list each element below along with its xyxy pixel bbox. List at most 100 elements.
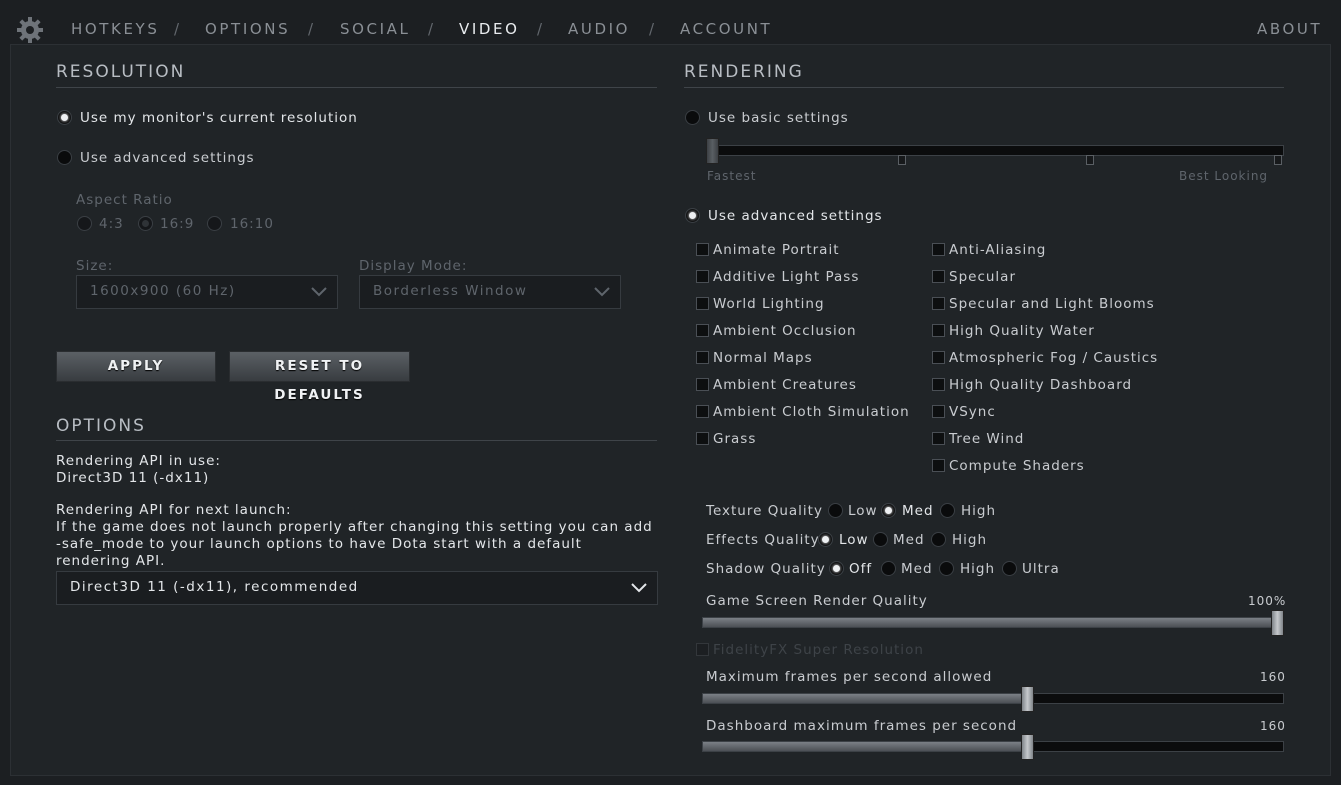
slider-tick: [1274, 155, 1282, 165]
setting-checkbox-label: World Lighting: [713, 296, 825, 312]
setting-checkbox[interactable]: [696, 351, 709, 364]
tab-social[interactable]: SOCIAL: [340, 20, 410, 38]
use-advanced-rendering-label: Use advanced settings: [708, 208, 883, 224]
chevron-down-icon: [311, 287, 327, 297]
texture-med-label: Med: [902, 503, 934, 519]
use-monitor-resolution-radio[interactable]: [57, 110, 72, 125]
best-looking-label: Best Looking: [1179, 169, 1269, 183]
setting-checkbox[interactable]: [696, 378, 709, 391]
effects-low-radio[interactable]: [818, 532, 833, 547]
gear-icon[interactable]: [16, 16, 44, 44]
tab-account[interactable]: ACCOUNT: [680, 20, 772, 38]
max-fps-slider[interactable]: [702, 693, 1284, 704]
setting-checkbox[interactable]: [932, 243, 945, 256]
shadow-high-label: High: [960, 561, 996, 577]
texture-high-radio[interactable]: [940, 503, 955, 518]
slider-tick: [1086, 155, 1094, 165]
effects-high-radio[interactable]: [931, 532, 946, 547]
setting-checkbox-label: Anti-Aliasing: [949, 242, 1047, 258]
fastest-label: Fastest: [707, 169, 757, 183]
shadow-off-radio[interactable]: [829, 561, 844, 576]
tab-audio[interactable]: AUDIO: [568, 20, 630, 38]
dashboard-fps-slider[interactable]: [702, 741, 1284, 752]
render-quality-handle[interactable]: [1271, 610, 1284, 636]
setting-checkbox[interactable]: [696, 405, 709, 418]
setting-checkbox-label: Specular and Light Blooms: [949, 296, 1155, 312]
slider-fill: [703, 618, 1283, 627]
basic-quality-slider[interactable]: [706, 145, 1284, 156]
setting-checkbox[interactable]: [696, 243, 709, 256]
setting-checkbox[interactable]: [932, 351, 945, 364]
texture-quality-label: Texture Quality: [706, 503, 823, 519]
texture-low-radio[interactable]: [828, 503, 843, 518]
setting-checkbox[interactable]: [932, 405, 945, 418]
tab-options[interactable]: OPTIONS: [205, 20, 290, 38]
use-advanced-resolution-label: Use advanced settings: [80, 150, 255, 166]
dashboard-fps-label: Dashboard maximum frames per second: [706, 718, 1018, 734]
setting-checkbox[interactable]: [696, 432, 709, 445]
about-link[interactable]: ABOUT: [1257, 20, 1322, 38]
setting-checkbox[interactable]: [696, 297, 709, 310]
max-fps-label: Maximum frames per second allowed: [706, 669, 993, 685]
tab-video[interactable]: VIDEO: [459, 20, 520, 38]
effects-low-label: Low: [839, 532, 869, 548]
use-advanced-rendering-radio[interactable]: [685, 208, 700, 223]
tab-separator: /: [428, 20, 434, 38]
shadow-med-radio[interactable]: [881, 561, 896, 576]
setting-checkbox[interactable]: [932, 324, 945, 337]
setting-checkbox-label: VSync: [949, 404, 996, 420]
setting-checkbox-label: Ambient Cloth Simulation: [713, 404, 910, 420]
rendering-api-dropdown[interactable]: Direct3D 11 (-dx11), recommended: [56, 571, 658, 605]
max-fps-handle[interactable]: [1020, 686, 1034, 712]
tab-separator: /: [537, 20, 543, 38]
shadow-ultra-label: Ultra: [1022, 561, 1060, 577]
tab-separator: /: [174, 20, 180, 38]
shadow-high-radio[interactable]: [939, 561, 954, 576]
chevron-down-icon: [594, 287, 610, 297]
setting-checkbox-label: Ambient Occlusion: [713, 323, 857, 339]
fsr-label: FidelityFX Super Resolution: [713, 642, 924, 658]
apply-button[interactable]: APPLY: [56, 351, 216, 382]
setting-checkbox[interactable]: [932, 432, 945, 445]
setting-checkbox[interactable]: [932, 459, 945, 472]
render-quality-slider[interactable]: [702, 617, 1284, 628]
divider: [56, 440, 657, 441]
use-basic-settings-radio[interactable]: [685, 110, 700, 125]
size-label: Size:: [76, 258, 114, 274]
setting-checkbox-label: Compute Shaders: [949, 458, 1085, 474]
dashboard-fps-handle[interactable]: [1020, 734, 1034, 760]
size-dropdown[interactable]: 1600x900 (60 Hz): [76, 275, 338, 309]
effects-med-radio[interactable]: [873, 532, 888, 547]
setting-checkbox[interactable]: [932, 270, 945, 283]
rendering-heading: RENDERING: [684, 62, 804, 82]
aspect-4-3-radio[interactable]: [77, 216, 92, 231]
tab-hotkeys[interactable]: HOTKEYS: [71, 20, 159, 38]
window: HOTKEYS / OPTIONS / SOCIAL / VIDEO / AUD…: [0, 0, 1341, 785]
setting-checkbox-label: High Quality Water: [949, 323, 1095, 339]
setting-checkbox[interactable]: [696, 270, 709, 283]
aspect-16-9-radio[interactable]: [138, 216, 153, 231]
setting-checkbox[interactable]: [932, 378, 945, 391]
chevron-down-icon: [631, 583, 647, 593]
aspect-4-3-label: 4:3: [99, 216, 124, 232]
aspect-16-10-radio[interactable]: [207, 216, 222, 231]
shadow-ultra-radio[interactable]: [1002, 561, 1017, 576]
use-advanced-resolution-radio[interactable]: [57, 150, 72, 165]
use-basic-settings-label: Use basic settings: [708, 110, 849, 126]
setting-checkbox[interactable]: [696, 324, 709, 337]
reset-defaults-button[interactable]: RESET TO DEFAULTS: [229, 351, 410, 403]
aspect-16-9-label: 16:9: [160, 216, 195, 232]
setting-checkbox-label: Grass: [713, 431, 757, 447]
setting-checkbox-label: Normal Maps: [713, 350, 813, 366]
resolution-heading: RESOLUTION: [56, 62, 186, 82]
dashboard-fps-value: 160: [1260, 719, 1286, 733]
size-value: 1600x900 (60 Hz): [90, 283, 236, 299]
fsr-checkbox[interactable]: [696, 643, 709, 656]
display-mode-dropdown[interactable]: Borderless Window: [359, 275, 621, 309]
setting-checkbox[interactable]: [932, 297, 945, 310]
api-next-launch-label: Rendering API for next launch:: [56, 502, 292, 518]
setting-checkbox-label: High Quality Dashboard: [949, 377, 1133, 393]
texture-med-radio[interactable]: [881, 503, 896, 518]
setting-checkbox-label: Specular: [949, 269, 1016, 285]
basic-quality-handle[interactable]: [706, 138, 719, 164]
